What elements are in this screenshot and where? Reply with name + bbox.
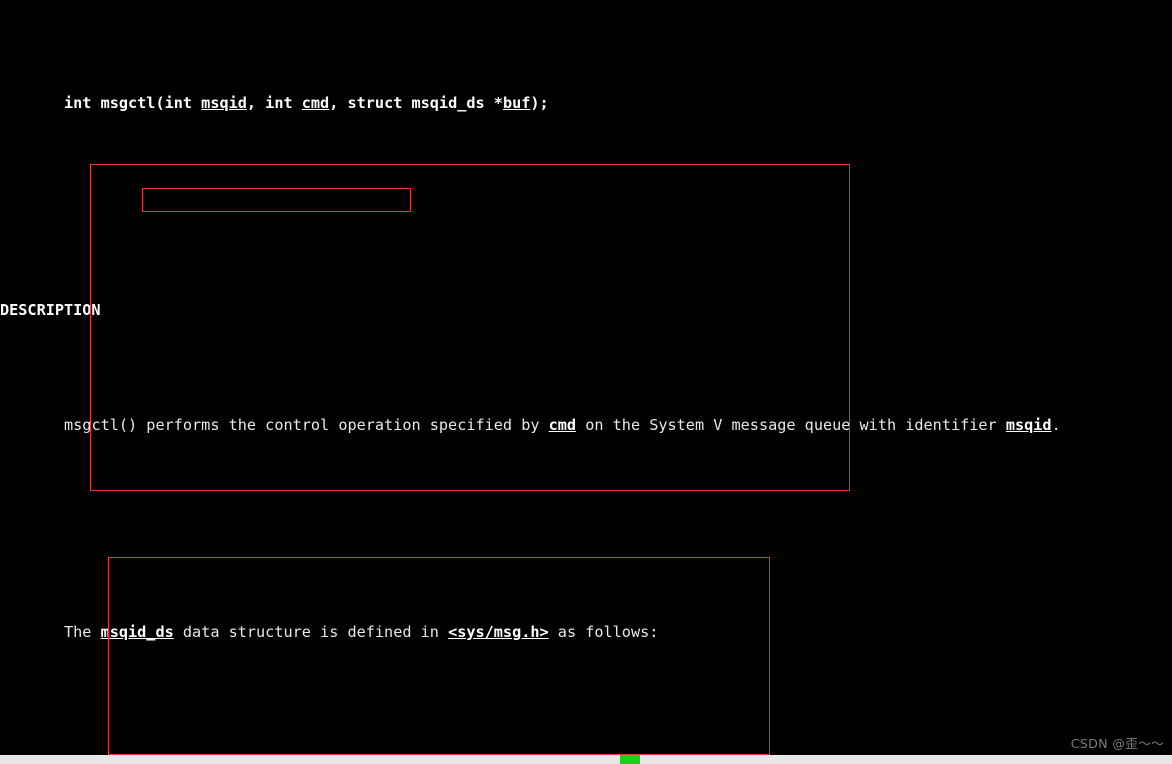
section-heading-label: DESCRIPTION <box>0 301 101 319</box>
synopsis-prefix: int msgctl(int <box>64 94 202 112</box>
synopsis-arg-cmd: cmd <box>301 94 330 112</box>
para1-link-msqid: msqid <box>1005 416 1052 434</box>
para2-link-msqid-ds: msqid_ds <box>100 623 174 641</box>
description-paragraph-1: msgctl() performs the control operation … <box>0 414 1172 437</box>
section-heading-description: DESCRIPTION <box>0 299 1172 322</box>
terminal-man-page-view[interactable]: int msgctl(int msqid, int cmd, struct ms… <box>0 0 1172 755</box>
synopsis-arg-buf: buf <box>502 94 531 112</box>
para1-link-cmd: cmd <box>548 416 577 434</box>
description-paragraph-2: The msqid_ds data structure is defined i… <box>0 621 1172 644</box>
synopsis-line: int msgctl(int msqid, int cmd, struct ms… <box>0 92 1172 115</box>
synopsis-arg-msqid: msqid <box>201 94 247 112</box>
para2-link-sys-msg-h: <sys/msg.h> <box>448 623 549 641</box>
para2-part3: as follows: <box>548 623 659 641</box>
para2-part2: data structure is defined in <box>173 623 449 641</box>
synopsis-mid-1: , int <box>246 94 302 112</box>
scrollbar-thumb[interactable] <box>620 755 640 764</box>
synopsis-suffix: ); <box>530 94 549 112</box>
watermark-text: CSDN @歪～～ <box>1070 736 1164 751</box>
para1-part1: msgctl() performs the control operation … <box>64 416 549 434</box>
synopsis-mid-2: , struct msqid_ds * <box>329 94 503 112</box>
para1-part2: on the System V message queue with ident… <box>576 416 1006 434</box>
para2-part1: The <box>64 623 101 641</box>
para1-part3: . <box>1051 416 1061 434</box>
horizontal-scrollbar[interactable] <box>0 755 1172 764</box>
